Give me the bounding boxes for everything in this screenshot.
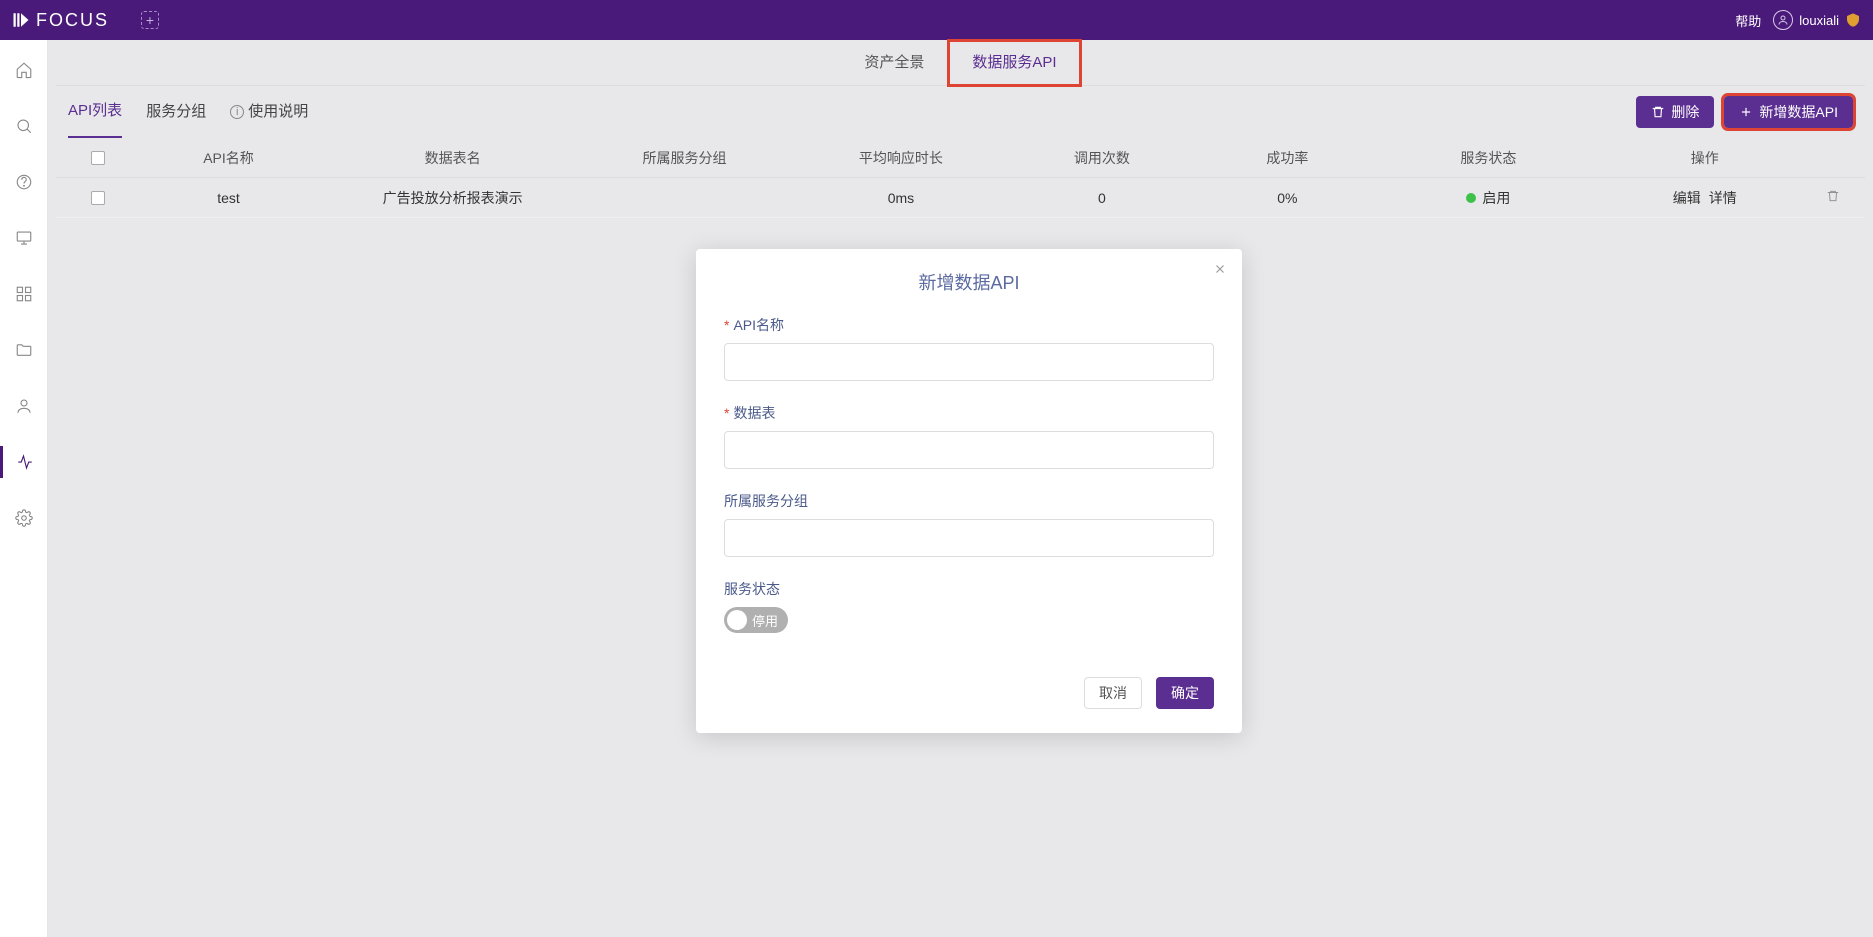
add-api-modal: 新增数据API *API名称 *数据表 所属服务分组 服务状态 停用 (696, 249, 1242, 733)
close-icon (1213, 262, 1227, 276)
label-group: 所属服务分组 (724, 491, 1214, 511)
modal-overlay: 新增数据API *API名称 *数据表 所属服务分组 服务状态 停用 (0, 0, 1873, 937)
modal-close-button[interactable] (1210, 259, 1230, 279)
label-data-table: *数据表 (724, 403, 1214, 423)
label-api-name: *API名称 (724, 315, 1214, 335)
label-status: 服务状态 (724, 579, 1214, 599)
status-toggle[interactable]: 停用 (724, 607, 788, 633)
toggle-knob (727, 610, 747, 630)
modal-title: 新增数据API (696, 249, 1242, 307)
toggle-off-label: 停用 (752, 611, 778, 630)
confirm-button[interactable]: 确定 (1156, 677, 1214, 709)
input-group[interactable] (724, 519, 1214, 557)
input-api-name[interactable] (724, 343, 1214, 381)
cancel-button[interactable]: 取消 (1084, 677, 1142, 709)
input-data-table[interactable] (724, 431, 1214, 469)
